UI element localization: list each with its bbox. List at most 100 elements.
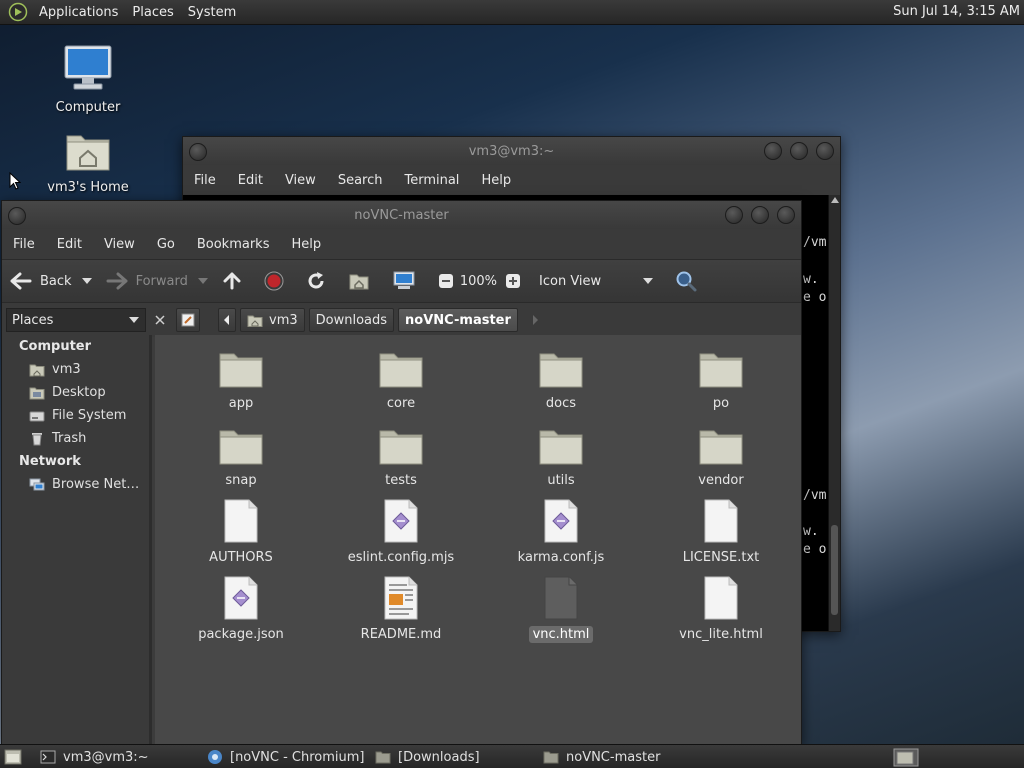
terminal-menu-terminal[interactable]: Terminal bbox=[393, 173, 470, 188]
terminal-titlebar[interactable]: vm3@vm3:~ bbox=[183, 137, 840, 165]
window-menu-button[interactable] bbox=[8, 207, 26, 225]
back-history-caret-icon[interactable] bbox=[81, 278, 92, 284]
terminal-menu-view[interactable]: View bbox=[274, 173, 327, 188]
gnome-foot-icon[interactable] bbox=[8, 2, 28, 22]
terminal-menu-edit[interactable]: Edit bbox=[227, 173, 274, 188]
terminal-menu-file[interactable]: File bbox=[183, 173, 227, 188]
close-button[interactable] bbox=[777, 206, 795, 224]
file-item-snap[interactable]: snap bbox=[171, 422, 311, 489]
edit-location-icon bbox=[181, 313, 195, 327]
sidebar-item-vm3[interactable]: vm3 bbox=[2, 358, 149, 381]
terminal-scrollbar[interactable] bbox=[828, 195, 840, 631]
fm-menu-file[interactable]: File bbox=[2, 237, 46, 252]
stop-button[interactable] bbox=[264, 271, 292, 291]
close-sidebar-button[interactable] bbox=[150, 308, 170, 332]
zoom-control[interactable]: 100% bbox=[438, 273, 521, 289]
breadcrumb-novnc-master[interactable]: noVNC-master bbox=[398, 308, 518, 332]
sidebar-selector[interactable]: Places bbox=[6, 308, 146, 332]
taskbar-item-downloads[interactable]: [Downloads] bbox=[375, 747, 480, 767]
menu-system[interactable]: System bbox=[181, 5, 243, 20]
maximize-button[interactable] bbox=[751, 206, 769, 224]
file-manager-window[interactable]: noVNC-master File Edit View Go Bookmarks… bbox=[1, 200, 802, 745]
fm-menu-view[interactable]: View bbox=[93, 237, 146, 252]
sidebar-item-desktop[interactable]: Desktop bbox=[2, 381, 149, 404]
taskbar-item-novnc-master[interactable]: noVNC-master bbox=[543, 747, 660, 767]
file-manager-toolbar: Back Forward 100% Icon View bbox=[2, 259, 801, 303]
scroll-up-arrow-icon[interactable] bbox=[831, 197, 839, 203]
drive-icon bbox=[29, 411, 45, 421]
desktop-icon-computer[interactable]: Computer bbox=[38, 44, 138, 115]
zoom-out-icon[interactable] bbox=[438, 273, 454, 289]
fm-menu-help[interactable]: Help bbox=[280, 237, 332, 252]
desktop-icon-label: Computer bbox=[55, 100, 121, 115]
file-manager-titlebar[interactable]: noVNC-master bbox=[2, 201, 801, 229]
file-item-eslint-config-mjs[interactable]: eslint.config.mjs bbox=[331, 499, 471, 566]
back-button[interactable]: Back bbox=[10, 272, 92, 290]
desktop-icon-home[interactable]: vm3's Home bbox=[38, 128, 138, 195]
breadcrumb-left-arrow[interactable] bbox=[218, 308, 236, 332]
fm-menu-edit[interactable]: Edit bbox=[46, 237, 93, 252]
terminal-menu-search[interactable]: Search bbox=[327, 173, 394, 188]
forward-history-caret-icon[interactable] bbox=[197, 278, 208, 284]
chevron-right-icon[interactable] bbox=[532, 315, 540, 325]
sidebar-item-browse-network[interactable]: Browse Net… bbox=[2, 473, 149, 496]
minimize-button[interactable] bbox=[725, 206, 743, 224]
terminal-text-fragment: w. bbox=[803, 524, 819, 539]
file-item-po[interactable]: po bbox=[651, 345, 791, 412]
view-mode-select[interactable]: Icon View bbox=[539, 274, 654, 289]
reload-icon bbox=[308, 272, 324, 289]
file-item-authors[interactable]: AUTHORS bbox=[171, 499, 311, 566]
location-toggle-button[interactable] bbox=[176, 308, 200, 332]
sidebar-item-trash[interactable]: Trash bbox=[2, 427, 149, 450]
breadcrumb-vm3[interactable]: vm3 bbox=[240, 308, 305, 332]
taskbar-item-terminal[interactable]: vm3@vm3:~ bbox=[40, 747, 149, 767]
zoom-in-icon[interactable] bbox=[505, 273, 521, 289]
file-icon-view[interactable]: app core docs po snap tests utils vendor AUTHORS… bbox=[155, 335, 801, 744]
file-item-package-json[interactable]: package.json bbox=[171, 576, 311, 643]
window-menu-button[interactable] bbox=[189, 143, 207, 161]
show-desktop-icon[interactable] bbox=[4, 749, 22, 765]
forward-button[interactable]: Forward bbox=[106, 272, 208, 290]
file-item-vnc-html[interactable]: vnc.html bbox=[491, 576, 631, 643]
desktop-icon bbox=[29, 387, 45, 399]
terminal-menu-help[interactable]: Help bbox=[470, 173, 522, 188]
file-name: AUTHORS bbox=[209, 550, 273, 565]
computer-button[interactable] bbox=[392, 271, 424, 291]
fm-menu-bookmarks[interactable]: Bookmarks bbox=[186, 237, 281, 252]
file-item-docs[interactable]: docs bbox=[491, 345, 631, 412]
file-item-core[interactable]: core bbox=[331, 345, 471, 412]
taskbar-item-chromium[interactable]: [noVNC - Chromium] bbox=[207, 747, 365, 767]
file-item-tests[interactable]: tests bbox=[331, 422, 471, 489]
file-item-karma-conf-js[interactable]: karma.conf.js bbox=[491, 499, 631, 566]
view-mode-caret-icon bbox=[643, 278, 654, 284]
minimize-button[interactable] bbox=[764, 142, 782, 160]
terminal-text-fragment: /vm bbox=[803, 235, 827, 250]
file-item-utils[interactable]: utils bbox=[491, 422, 631, 489]
fm-menu-go[interactable]: Go bbox=[146, 237, 186, 252]
stop-icon bbox=[264, 271, 284, 291]
menu-applications[interactable]: Applications bbox=[32, 5, 125, 20]
file-name: vendor bbox=[698, 473, 744, 488]
scrollbar-thumb[interactable] bbox=[831, 525, 838, 615]
home-folder-icon bbox=[66, 135, 110, 171]
file-item-license-txt[interactable]: LICENSE.txt bbox=[651, 499, 791, 566]
breadcrumb-downloads[interactable]: Downloads bbox=[308, 308, 395, 332]
reload-button[interactable] bbox=[306, 271, 334, 291]
file-item-vendor[interactable]: vendor bbox=[651, 422, 791, 489]
file-item-readme-md[interactable]: README.md bbox=[331, 576, 471, 643]
file-name: po bbox=[712, 396, 730, 411]
sidebar-item-label: Trash bbox=[52, 431, 87, 446]
terminal-text-fragment: e o bbox=[803, 290, 827, 305]
file-item-app[interactable]: app bbox=[171, 345, 311, 412]
maximize-button[interactable] bbox=[790, 142, 808, 160]
menu-places[interactable]: Places bbox=[125, 5, 180, 20]
close-button[interactable] bbox=[816, 142, 834, 160]
sidebar-item-file-system[interactable]: File System bbox=[2, 404, 149, 427]
home-button[interactable] bbox=[348, 272, 378, 290]
workspace-switcher-icon[interactable] bbox=[893, 748, 919, 767]
panel-clock[interactable]: Sun Jul 14, 3:15 AM bbox=[893, 4, 1020, 19]
terminal-text-fragment: w. bbox=[803, 272, 819, 287]
search-button[interactable] bbox=[675, 270, 705, 292]
file-item-vnc-lite-html[interactable]: vnc_lite.html bbox=[651, 576, 791, 643]
up-button[interactable] bbox=[222, 271, 250, 291]
